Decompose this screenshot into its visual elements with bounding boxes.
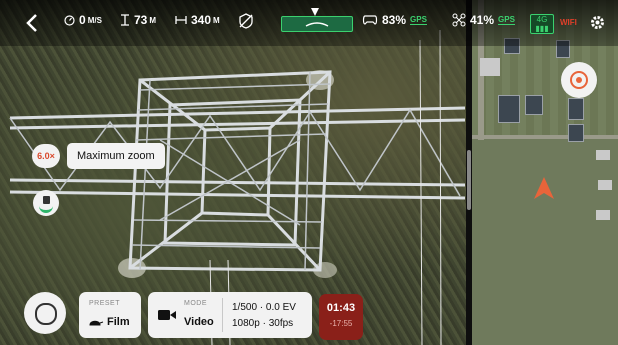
joystick-button[interactable] — [24, 292, 66, 334]
altitude-unit: M — [149, 15, 157, 25]
horizon-arc-icon — [305, 22, 329, 27]
altitude-icon — [121, 14, 129, 26]
resolution-readout: 1080p · 30fps — [232, 318, 294, 329]
speedometer-icon — [64, 14, 75, 26]
zoom-message: Maximum zoom — [77, 150, 155, 162]
distance-icon — [175, 16, 187, 24]
mode-caption: MODE — [184, 300, 207, 307]
wifi-label: WIFI — [560, 18, 577, 27]
capture-mode-button[interactable]: MODE Video 1/500 · 0.0 EV 1080p · 30fps — [148, 292, 312, 338]
target-center — [576, 77, 582, 83]
zoom-value: 6.0× — [37, 151, 55, 161]
zoom-tooltip: Maximum zoom — [67, 143, 165, 169]
controller-icon — [362, 15, 378, 25]
map-building — [598, 180, 612, 190]
controller-battery-value: 83% — [382, 13, 407, 27]
home-point-button[interactable] — [561, 62, 597, 98]
attitude-indicator — [281, 16, 353, 32]
map-building — [498, 95, 520, 123]
preset-value: Film — [107, 316, 130, 328]
map-building — [596, 150, 610, 160]
video-camera-icon — [158, 310, 176, 320]
gps-label: GPS — [410, 15, 427, 25]
preset-button[interactable]: PRESET Film — [79, 292, 141, 338]
gear-icon[interactable] — [589, 14, 606, 31]
gps-label-2: GPS — [498, 15, 515, 25]
altitude-value: 73 — [134, 13, 148, 27]
split-resize-handle[interactable] — [467, 150, 471, 210]
mode-separator — [222, 298, 223, 332]
drone-battery-value: 41% — [470, 13, 495, 27]
controller-battery-readout: 83% GPS — [362, 13, 427, 27]
pin-icon — [43, 196, 50, 204]
record-remaining: -17:55 — [329, 319, 353, 328]
map-building — [525, 95, 543, 115]
map-building — [596, 210, 610, 220]
mode-value: Video — [184, 316, 214, 328]
speed-readout: 0 M/S — [64, 13, 102, 27]
drone-icon — [452, 13, 466, 27]
distance-unit: M — [213, 15, 220, 25]
map-building — [480, 58, 500, 76]
speed-unit: M/S — [87, 15, 102, 25]
joystick-icon — [35, 303, 57, 325]
distance-value: 340 — [191, 13, 212, 27]
map-building — [568, 98, 584, 120]
altitude-readout: 73 M — [120, 13, 156, 27]
map-toggle-button[interactable] — [33, 190, 59, 216]
zoom-level-chip[interactable]: 6.0× — [32, 144, 60, 168]
turtle-icon — [89, 320, 104, 326]
record-elapsed: 01:43 — [326, 302, 356, 314]
network-label: 4G — [536, 15, 548, 24]
map-road — [470, 135, 618, 139]
distance-readout: 340 M — [175, 13, 220, 27]
map-arc-icon — [39, 204, 53, 213]
map-building — [568, 124, 584, 142]
drone-heading-icon — [534, 177, 554, 199]
network-4g-badge: 4G ▮▮▮ — [530, 14, 554, 34]
record-button[interactable]: 01:43 -17:55 — [319, 294, 363, 340]
obstacle-avoidance-off-icon[interactable] — [238, 13, 254, 29]
heading-marker-icon — [311, 8, 319, 16]
back-chevron-icon[interactable] — [26, 14, 38, 32]
minimap[interactable] — [470, 0, 618, 345]
exposure-readout: 1/500 · 0.0 EV — [232, 302, 296, 313]
preset-caption: PRESET — [89, 300, 121, 307]
speed-value: 0 — [79, 13, 86, 27]
drone-battery-readout: 41% GPS — [452, 13, 515, 27]
